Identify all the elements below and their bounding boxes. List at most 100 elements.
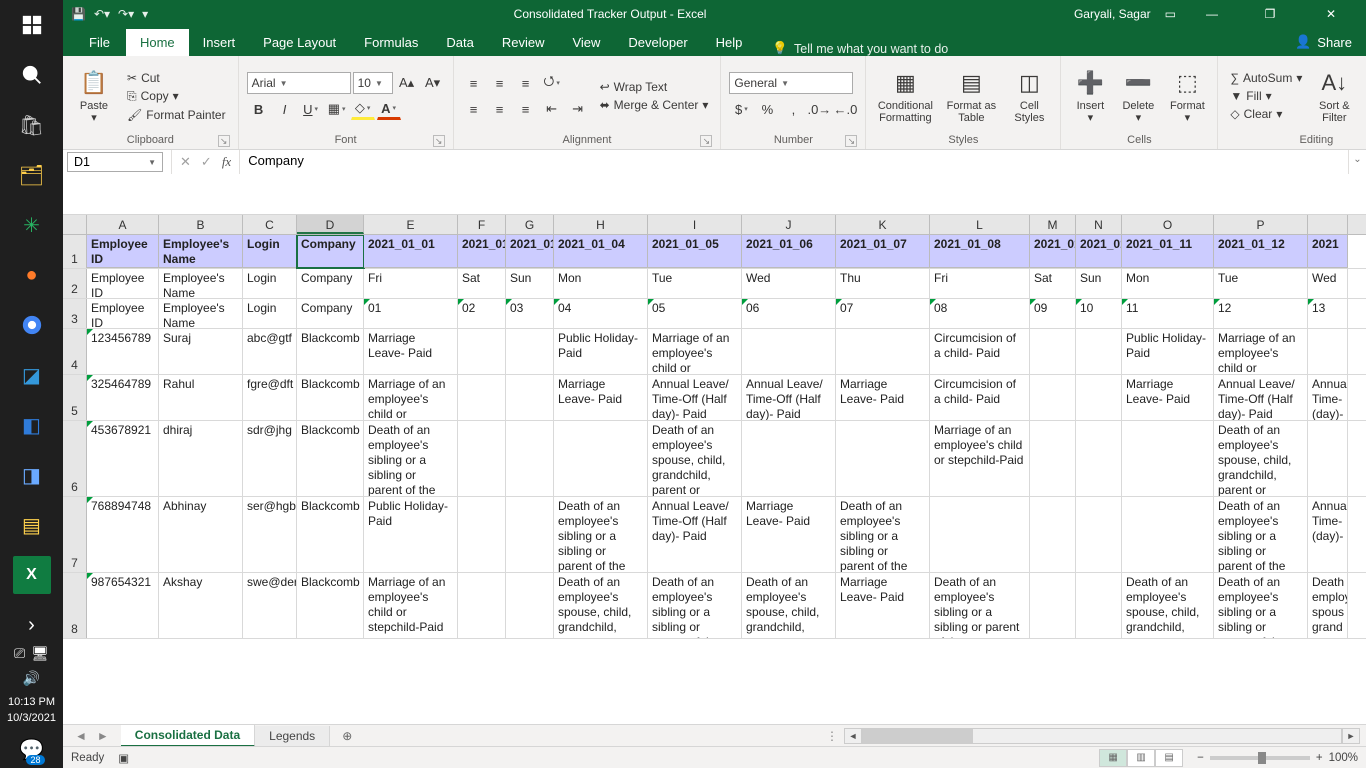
grid-cell[interactable]: Company xyxy=(297,299,364,328)
grid-cell[interactable]: Employee ID xyxy=(87,269,159,298)
number-format-combo[interactable]: General▼ xyxy=(729,72,853,94)
grid-cell[interactable] xyxy=(1030,497,1076,572)
sort-filter-button[interactable]: A↓Sort & Filter xyxy=(1312,60,1356,132)
grid-cell[interactable]: Tue xyxy=(648,269,742,298)
app-icon-4[interactable]: ▤ xyxy=(9,502,55,548)
outlook-icon[interactable]: ◧ xyxy=(9,402,55,448)
column-header[interactable]: H xyxy=(554,215,648,234)
grid-cell[interactable]: Mon xyxy=(1122,269,1214,298)
grid-cell[interactable]: 123456789 xyxy=(87,329,159,374)
grid-cell[interactable] xyxy=(742,329,836,374)
header-cell[interactable]: 2021_01_05 xyxy=(648,235,742,268)
format-painter-button[interactable]: 🖌Format Painter xyxy=(123,107,230,123)
grid-cell[interactable]: Sun xyxy=(506,269,554,298)
minimize-button[interactable]: — xyxy=(1190,0,1234,28)
grid-cell[interactable]: Blackcomb xyxy=(297,421,364,496)
grid-cell[interactable]: 987654321 xyxy=(87,573,159,638)
grid-cell[interactable] xyxy=(554,421,648,496)
grid-cell[interactable]: Fri xyxy=(364,269,458,298)
sheet-nav-prev-icon[interactable]: ◄ xyxy=(75,729,87,743)
grid-cell[interactable]: fgre@dft xyxy=(243,375,297,420)
formula-bar-expand-icon[interactable]: ⌄ xyxy=(1348,150,1366,174)
grid-cell[interactable]: Marriage of an employee's child or stepc… xyxy=(648,329,742,374)
tray-icons[interactable]: ⎚🖥 xyxy=(14,641,49,666)
borders-button[interactable]: ▦ xyxy=(325,98,349,120)
grid-cell[interactable]: Blackcomb xyxy=(297,329,364,374)
grid-cell[interactable]: Wed xyxy=(1308,269,1348,298)
header-cell[interactable]: 2021_01_01 xyxy=(364,235,458,268)
hscroll-thumb[interactable] xyxy=(863,729,973,743)
underline-button[interactable]: U xyxy=(299,98,323,120)
grid-cell[interactable]: Marriage of an employee's child or stepc… xyxy=(364,573,458,638)
grid-cell[interactable]: abc@gtf xyxy=(243,329,297,374)
grid-cell[interactable] xyxy=(1122,421,1214,496)
column-header[interactable]: F xyxy=(458,215,506,234)
grid-cell[interactable]: 453678921 xyxy=(87,421,159,496)
header-cell[interactable]: 2021 xyxy=(1308,235,1348,268)
add-sheet-button[interactable]: ⊕ xyxy=(330,729,364,743)
grid-cell[interactable]: Fri xyxy=(930,269,1030,298)
italic-button[interactable]: I xyxy=(273,98,297,120)
app-icon-1[interactable]: ✳ xyxy=(9,202,55,248)
header-cell[interactable]: 2021_01_04 xyxy=(554,235,648,268)
app-icon-2[interactable]: ◪ xyxy=(9,352,55,398)
delete-cells-button[interactable]: ➖Delete▾ xyxy=(1117,60,1159,132)
grid-cell[interactable]: Death of an employee's spouse, child, gr… xyxy=(1122,573,1214,638)
start-button[interactable] xyxy=(9,2,55,48)
redo-icon[interactable]: ↷▾ xyxy=(118,7,134,21)
undo-icon[interactable]: ↶▾ xyxy=(94,7,110,21)
decrease-font-button[interactable]: A▾ xyxy=(421,72,445,94)
percent-format-button[interactable]: % xyxy=(755,98,779,120)
grid-cell[interactable] xyxy=(458,573,506,638)
page-break-view-button[interactable]: ▤ xyxy=(1155,749,1183,767)
header-cell[interactable]: Employee ID xyxy=(87,235,159,268)
grid-cell[interactable]: Marriage Leave- Paid xyxy=(1122,375,1214,420)
increase-indent-button[interactable]: ⇥ xyxy=(566,98,590,120)
grid-cell[interactable] xyxy=(1076,329,1122,374)
header-cell[interactable]: 2021_01_08 xyxy=(930,235,1030,268)
grid-cell[interactable]: 05 xyxy=(648,299,742,328)
grid-cell[interactable] xyxy=(1076,497,1122,572)
decrease-decimal-button[interactable]: ←.0 xyxy=(833,98,857,120)
grid-cell[interactable]: Marriage Leave- Paid xyxy=(836,375,930,420)
hscroll-left-button[interactable]: ◄ xyxy=(844,728,862,744)
tab-home[interactable]: Home xyxy=(126,29,189,56)
clock[interactable]: 10:13 PM 10/3/2021 xyxy=(7,691,56,730)
column-header[interactable]: D xyxy=(297,215,364,234)
zoom-in-button[interactable]: + xyxy=(1316,752,1323,764)
column-header[interactable]: K xyxy=(836,215,930,234)
grid-cell[interactable] xyxy=(836,329,930,374)
wrap-text-button[interactable]: ↩Wrap Text xyxy=(596,79,713,95)
firefox-icon[interactable]: ● xyxy=(9,252,55,298)
format-as-table-button[interactable]: ▤Format as Table xyxy=(942,60,1000,132)
grid-cell[interactable] xyxy=(930,497,1030,572)
paste-button[interactable]: 📋Paste▾ xyxy=(71,60,117,132)
grid-cell[interactable]: 11 xyxy=(1122,299,1214,328)
align-top-button[interactable]: ≡ xyxy=(462,72,486,94)
restore-button[interactable]: ❐ xyxy=(1248,0,1292,28)
zoom-out-button[interactable]: − xyxy=(1197,752,1204,764)
header-cell[interactable]: 2021_01_06 xyxy=(742,235,836,268)
tab-developer[interactable]: Developer xyxy=(614,29,701,56)
explorer-icon[interactable]: 🗂 xyxy=(9,152,55,198)
row-header[interactable]: 5 xyxy=(63,375,87,420)
grid-cell[interactable]: Marriage of an employee's child or stepc… xyxy=(364,375,458,420)
expand-chevron-icon[interactable]: › xyxy=(9,611,55,639)
grid-cell[interactable]: 06 xyxy=(742,299,836,328)
grid-cell[interactable]: Public Holiday- Paid xyxy=(1122,329,1214,374)
grid-cell[interactable]: Rahul xyxy=(159,375,243,420)
header-cell[interactable]: Company xyxy=(297,235,364,268)
grid-cell[interactable] xyxy=(1030,573,1076,638)
tab-review[interactable]: Review xyxy=(488,29,559,56)
grid-cell[interactable]: Death of an employee's spouse, child, gr… xyxy=(742,573,836,638)
bold-button[interactable]: B xyxy=(247,98,271,120)
grid-cell[interactable]: Death of an employee's sibling or a sibl… xyxy=(1214,497,1308,572)
find-select-button[interactable]: 🔍Find & Select xyxy=(1362,60,1366,132)
notifications-icon[interactable]: 💬28 xyxy=(9,732,55,766)
grid-cell[interactable]: Blackcomb xyxy=(297,497,364,572)
number-dialog-launcher[interactable]: ↘ xyxy=(845,135,857,147)
grid-cell[interactable] xyxy=(458,375,506,420)
column-headers[interactable]: ABCDEFGHIJKLMNOP xyxy=(63,215,1366,235)
grid-cell[interactable]: Circumcision of a child- Paid xyxy=(930,375,1030,420)
cancel-formula-icon[interactable]: ✕ xyxy=(180,154,191,170)
